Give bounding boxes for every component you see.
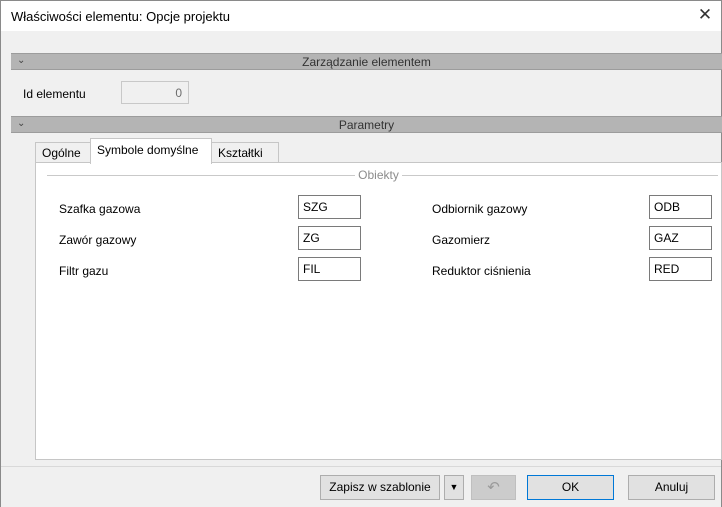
element-id-label: Id elementu (23, 87, 86, 101)
field-input-gas-cabinet[interactable]: SZG (298, 195, 361, 219)
properties-dialog: Właściwości elementu: Opcje projektu ✕ ⌄… (0, 0, 722, 507)
button-bar: Zapisz w szablonie ▼ ↶ OK Anuluj (1, 466, 721, 507)
ok-button[interactable]: OK (527, 475, 614, 500)
title-bar: Właściwości elementu: Opcje projektu ✕ (1, 1, 721, 31)
tab-fittings[interactable]: Kształtki (211, 142, 279, 163)
close-icon[interactable]: ✕ (695, 5, 715, 25)
tab-general[interactable]: Ogólne (35, 142, 91, 163)
field-label-gas-valve: Zawór gazowy (59, 233, 137, 247)
undo-icon[interactable]: ↶ (471, 475, 516, 500)
section-label-management: Zarządzanie elementem (302, 55, 431, 69)
field-input-gas-valve[interactable]: ZG (298, 226, 361, 250)
tab-default-symbols[interactable]: Symbole domyślne (90, 138, 212, 164)
save-template-button[interactable]: Zapisz w szablonie (320, 475, 440, 500)
section-header-parameters[interactable]: ⌄ Parametry (11, 116, 722, 133)
field-label-gas-receiver: Odbiornik gazowy (432, 202, 528, 216)
field-input-gas-meter[interactable]: GAZ (649, 226, 712, 250)
section-label-parameters: Parametry (338, 118, 395, 132)
cancel-button[interactable]: Anuluj (628, 475, 715, 500)
chevron-down-icon[interactable]: ▼ (444, 475, 464, 500)
field-input-gas-filter[interactable]: FIL (298, 257, 361, 281)
field-input-gas-receiver[interactable]: ODB (649, 195, 712, 219)
field-label-pressure-reducer: Reduktor ciśnienia (432, 264, 531, 278)
field-label-gas-meter: Gazomierz (432, 233, 491, 247)
field-label-gas-cabinet: Szafka gazowa (59, 202, 141, 216)
tab-panel-default-symbols: Obiekty Szafka gazowa SZG Zawór gazowy Z… (35, 162, 722, 460)
field-input-pressure-reducer[interactable]: RED (649, 257, 712, 281)
group-title-text: Obiekty (355, 168, 402, 182)
element-id-field: 0 (121, 81, 189, 104)
section-header-management[interactable]: ⌄ Zarządzanie elementem (11, 53, 722, 70)
field-label-gas-filter: Filtr gazu (59, 264, 109, 278)
group-title-objects: Obiekty (36, 168, 721, 182)
window-title: Właściwości elementu: Opcje projektu (11, 9, 230, 24)
